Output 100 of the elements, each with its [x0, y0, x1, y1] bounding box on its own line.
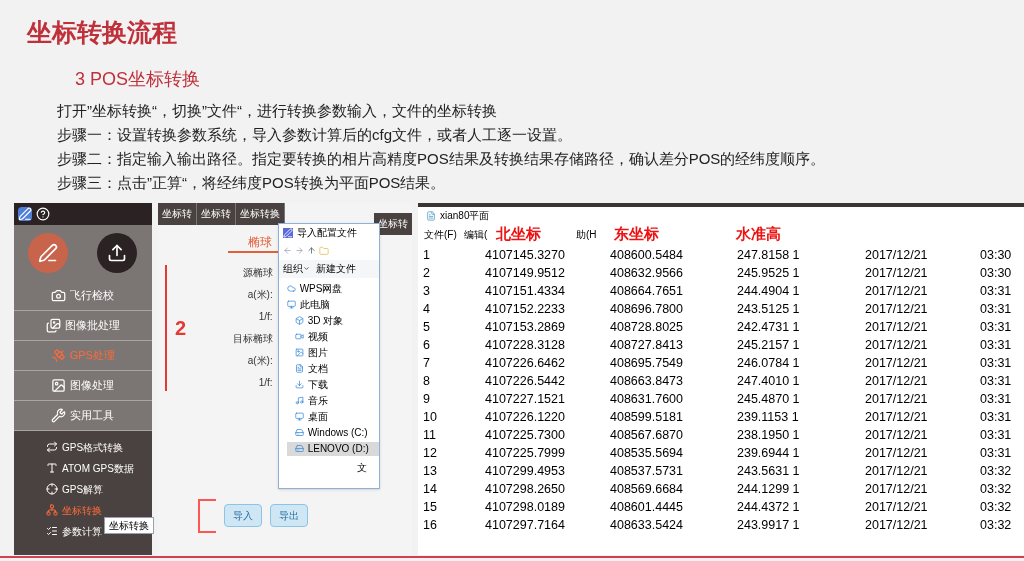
monitor-icon [294, 412, 304, 421]
tree-item[interactable]: 3D 对象 [286, 313, 379, 328]
table-cell-text: 4107227.1521 [485, 391, 566, 409]
menu-item[interactable]: 实用工具 [14, 400, 152, 431]
help-icon[interactable] [36, 206, 50, 221]
camera-icon [51, 287, 67, 303]
tree-item[interactable]: 视频 [286, 329, 379, 344]
table-cell-text: 2017/12/21 [865, 517, 929, 535]
app-icon [282, 227, 293, 238]
body-text: 打开”坐标转换“，切换”文件“，进行转换参数输入，文件的坐标转换 [57, 100, 498, 121]
table-cell-text: 2017/12/21 [865, 265, 929, 283]
tree-item[interactable]: 桌面 [286, 409, 379, 424]
table-cell-text: 2017/12/21 [865, 409, 929, 427]
table-cell-text: 247.4010 1 [737, 373, 801, 391]
menu-item[interactable]: 图像批处理 [14, 310, 152, 341]
window-tab[interactable]: 坐标转 [157, 202, 197, 225]
table-cell-text: 13 [423, 463, 438, 481]
table-cell-text: 408664.7651 [610, 283, 684, 301]
table-cell-text: 244.4904 1 [737, 283, 801, 301]
tree-item[interactable]: 下载 [286, 377, 379, 392]
table-cell-text: 4 [423, 301, 431, 319]
body-text: 步骤一：设置转换参数系统，导入参数计算后的cfg文件，或者人工逐一设置。 [57, 124, 573, 145]
monitor-icon [286, 300, 296, 309]
table-cell-text: 03:31 [980, 301, 1013, 319]
submenu-item[interactable]: GPS格式转换 [46, 438, 152, 456]
table-cell-text: 408696.7800 [610, 301, 684, 319]
table-cell-text: 408728.8025 [610, 319, 684, 337]
table-cell-text: 244.1299 1 [737, 481, 801, 499]
up-icon[interactable] [306, 246, 316, 255]
window-tab[interactable]: 坐标转换 [235, 202, 285, 225]
field-label: 1/f: [258, 309, 273, 323]
menu-item[interactable]: 编辑( [464, 227, 496, 242]
pen-button[interactable] [28, 232, 69, 273]
submenu-item[interactable]: ATOM GPS数据 [46, 459, 152, 477]
drive-icon [294, 444, 304, 453]
table-cell-text: 245.2157 1 [737, 337, 801, 355]
tree-item[interactable]: WPS网盘 [286, 281, 379, 296]
dialog-title: 导入配置文件 [296, 226, 357, 240]
table-cell-text: 03:32 [980, 517, 1013, 535]
table-cell-text: 03:32 [980, 481, 1013, 499]
menu-item[interactable]: 图像处理 [14, 370, 152, 401]
table-cell-text: 4107145.3270 [485, 247, 566, 265]
wrench-icon [51, 407, 67, 423]
table-cell-text: 408632.9566 [610, 265, 684, 283]
table-cell-text: 4107151.4334 [485, 283, 566, 301]
footer-text: 文 [356, 460, 367, 475]
tree-item[interactable]: Windows (C:) [286, 425, 379, 440]
menu-item[interactable]: 飞行检校 [14, 280, 152, 311]
table-cell-text: 247.8158 1 [737, 247, 801, 265]
field-label: a(米): [247, 353, 273, 367]
table-cell-text: 9 [423, 391, 431, 409]
table-cell-text: 245.4870 1 [737, 391, 801, 409]
table-cell-text: 4107225.7999 [485, 445, 566, 463]
table-cell-text: 4107226.5442 [485, 373, 566, 391]
table-cell-text: 4107149.9512 [485, 265, 566, 283]
tree-item[interactable]: LENOVO (D:) [286, 441, 379, 456]
table-cell-text: 14 [423, 481, 438, 499]
window-tab[interactable]: 坐标转 [196, 202, 236, 225]
table-cell-text: 243.5125 1 [737, 301, 801, 319]
tree-item[interactable]: 文档 [286, 361, 379, 376]
tree-item[interactable]: 此电脑 [286, 297, 379, 312]
table-cell-text: 4107226.6462 [485, 355, 566, 373]
table-cell-text: 4107299.4953 [485, 463, 566, 481]
table-cell-text: 03:31 [980, 373, 1013, 391]
upload-button[interactable] [97, 232, 138, 273]
table-cell-text: 2017/12/21 [865, 337, 929, 355]
table-cell-text: 12 [423, 445, 438, 463]
images-icon [45, 317, 61, 333]
table-cell-text: 4107153.2869 [485, 319, 566, 337]
music-icon [294, 396, 304, 405]
app-icon[interactable] [18, 206, 32, 221]
table-cell-text: 03:31 [980, 427, 1013, 445]
table-cell-text: 408695.7549 [610, 355, 684, 373]
table-cell-text: 2 [423, 265, 431, 283]
cube-icon [294, 316, 304, 325]
submenu-item[interactable]: GPS解算 [46, 480, 152, 498]
annotation-label: 北坐标 [496, 224, 542, 246]
table-cell-text: 238.1950 1 [737, 427, 801, 445]
table-cell-text: 03:31 [980, 445, 1013, 463]
table-cell-text: 2017/12/21 [865, 319, 929, 337]
menu-item[interactable]: 助(H [576, 227, 614, 242]
table-cell-text: 03:32 [980, 499, 1013, 517]
table-cell-text: 2017/12/21 [865, 301, 929, 319]
dialog-button[interactable]: 导出 [269, 504, 308, 527]
table-cell-text: 03:31 [980, 391, 1013, 409]
drive-icon [294, 428, 304, 437]
menu-item[interactable]: 文件(F) [424, 227, 464, 242]
dialog-button[interactable]: 导入 [223, 504, 262, 527]
table-cell-text: 4107298.0189 [485, 499, 566, 517]
table-cell-text: 239.6944 1 [737, 445, 801, 463]
toolbar-button[interactable]: 组织 [282, 261, 310, 276]
satellite-icon [50, 347, 66, 363]
toolbar-button[interactable]: 新建文件 [315, 261, 356, 276]
table-cell-text: 10 [423, 409, 438, 427]
table-cell-text: 4107298.2650 [485, 481, 566, 499]
table-cell-text: 408631.7600 [610, 391, 684, 409]
tree-item[interactable]: 音乐 [286, 393, 379, 408]
table-cell-text: 4107228.3128 [485, 337, 566, 355]
tree-item[interactable]: 图片 [286, 345, 379, 360]
table-cell-text: 2017/12/21 [865, 463, 929, 481]
